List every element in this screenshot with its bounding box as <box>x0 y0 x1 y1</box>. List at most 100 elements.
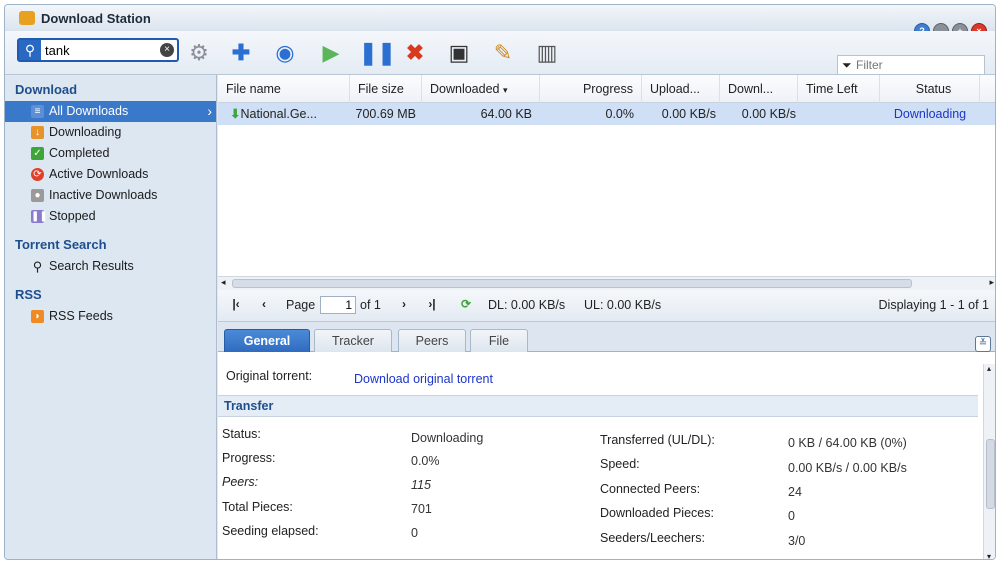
column-downloaded[interactable]: Downloaded ▾ <box>422 75 540 103</box>
row-progress: 0.0% <box>605 107 635 121</box>
search-icon[interactable]: ⚲ <box>19 40 41 60</box>
transfer-section-header: Transfer <box>218 395 978 417</box>
check-icon: ✓ <box>31 147 44 160</box>
download-original-torrent-link[interactable]: Download original torrent <box>354 372 493 386</box>
row-file-name: ⬇National.Ge... <box>230 107 317 121</box>
previous-page-icon[interactable]: ‹ <box>256 297 272 313</box>
sidebar-item-active-downloads[interactable]: ⟳ Active Downloads <box>5 164 216 185</box>
active-icon: ⟳ <box>31 168 44 181</box>
table-row[interactable]: ⬇National.Ge... 700.69 MB 64.00 KB 0.0% … <box>218 103 995 125</box>
seeding-elapsed-label: Seeding elapsed: <box>222 524 319 538</box>
download-arrow-icon: ⬇ <box>230 107 241 121</box>
column-file-name[interactable]: File name <box>218 75 350 103</box>
filter-box: ⏷ <box>837 55 985 75</box>
sidebar-item-stopped[interactable]: ❚❚ Stopped <box>5 206 216 227</box>
sidebar-item-label: RSS Feeds <box>49 309 113 323</box>
sidebar-item-rss-feeds[interactable]: ◗ RSS Feeds <box>5 306 216 327</box>
scroll-down-icon[interactable]: ▾ <box>987 552 991 559</box>
tab-tracker[interactable]: Tracker <box>314 329 392 352</box>
column-upload[interactable]: Upload... <box>642 75 720 103</box>
connected-peers-label: Connected Peers: <box>600 482 701 496</box>
collapse-icon[interactable]: ≚ <box>975 336 991 352</box>
clear-completed-icon[interactable]: ▥ <box>533 39 561 67</box>
progress-value: 0.0% <box>411 454 440 468</box>
seeding-elapsed-value: 0 <box>411 526 418 540</box>
page-number-input[interactable] <box>320 296 356 314</box>
refresh-icon[interactable]: ⟳ <box>458 297 474 313</box>
row-download-speed: 0.00 KB/s <box>741 107 796 121</box>
seeders-leechers-value: 3/0 <box>788 534 806 548</box>
sidebar-item-label: Inactive Downloads <box>49 188 158 202</box>
column-time-left[interactable]: Time Left <box>798 75 880 103</box>
filter-input[interactable] <box>856 58 976 72</box>
vertical-scrollbar[interactable]: ▴ ▾ <box>983 364 995 559</box>
downloads-grid: File name File size Downloaded ▾ Progres… <box>218 75 995 290</box>
column-label: Downloaded <box>430 82 500 96</box>
last-page-icon[interactable]: ›| <box>424 297 440 313</box>
window-title: Download Station <box>41 11 151 26</box>
sidebar-header-torrent-search: Torrent Search <box>15 237 107 252</box>
total-pieces-value: 701 <box>411 502 432 516</box>
scrollbar-thumb[interactable] <box>232 279 912 288</box>
delete-icon[interactable]: ✖ <box>401 39 429 67</box>
general-panel: Original torrent: Download original torr… <box>218 352 995 559</box>
dl-speed-label: DL: 0.00 KB/s <box>488 298 566 312</box>
scroll-up-icon[interactable]: ▴ <box>987 364 991 373</box>
pagination-bar: |‹ ‹ Page of 1 › ›| ⟳ DL: 0.00 KB/s UL: … <box>218 290 995 322</box>
speed-label: Speed: <box>600 457 640 471</box>
pause-icon[interactable]: ❚❚ <box>359 39 396 67</box>
downloaded-pieces-label: Downloaded Pieces: <box>600 506 714 520</box>
tab-file[interactable]: File <box>470 329 528 352</box>
row-upload-speed: 0.00 KB/s <box>661 107 716 121</box>
next-page-icon[interactable]: › <box>396 297 412 313</box>
sidebar-item-label: Stopped <box>49 209 96 223</box>
column-download[interactable]: Downl... <box>720 75 798 103</box>
first-page-icon[interactable]: |‹ <box>228 297 244 313</box>
downloading-icon: ↓ <box>31 126 44 139</box>
scroll-right-icon[interactable]: ▸ <box>989 277 994 288</box>
row-status: Downloading <box>893 107 967 121</box>
row-time-left <box>804 103 880 125</box>
sidebar-header-rss: RSS <box>15 287 42 302</box>
transferred-label: Transferred (UL/DL): <box>600 433 715 447</box>
tab-general[interactable]: General <box>224 329 310 352</box>
resume-icon[interactable]: ▶ <box>317 39 345 67</box>
clear-search-icon[interactable]: × <box>160 43 174 57</box>
status-value: Downloading <box>411 431 484 445</box>
ul-speed-label: UL: 0.00 KB/s <box>584 298 662 312</box>
scrollbar-thumb[interactable] <box>986 439 995 509</box>
tab-peers[interactable]: Peers <box>398 329 466 352</box>
sidebar-item-inactive-downloads[interactable]: ● Inactive Downloads <box>5 185 216 206</box>
original-torrent-label: Original torrent: <box>226 369 313 383</box>
add-icon[interactable]: ✚ <box>227 39 255 67</box>
page-count-label: of 1 <box>360 298 381 312</box>
row-file-size: 700.69 MB <box>355 107 416 121</box>
search-box: ⚲ × <box>17 38 179 62</box>
sidebar-item-downloading[interactable]: ↓ Downloading <box>5 122 216 143</box>
save-icon[interactable]: ▣ <box>445 39 473 67</box>
edit-icon[interactable]: ✎ <box>489 39 517 67</box>
sidebar-item-search-results[interactable]: ⚲ Search Results <box>5 256 216 277</box>
progress-label: Progress: <box>222 451 276 465</box>
add-url-icon[interactable]: ◉ <box>271 39 299 67</box>
download-station-icon <box>19 11 35 25</box>
search-input[interactable] <box>45 42 153 58</box>
sidebar: Download ≡ All Downloads › ↓ Downloading… <box>5 75 217 559</box>
peers-label: Peers: <box>222 475 259 489</box>
column-status[interactable]: Status <box>880 75 980 103</box>
row-downloaded: 64.00 KB <box>480 107 532 121</box>
transferred-value: 0 KB / 64.00 KB (0%) <box>788 436 907 450</box>
toolbar: ⚲ × ⚙ ✚ ◉ ▶ ❚❚ ✖ ▣ ✎ ▥ ⏷ <box>5 31 995 75</box>
filter-icon: ⏷ <box>842 58 852 72</box>
settings-gear-icon[interactable]: ⚙ <box>185 39 213 67</box>
column-file-size[interactable]: File size <box>350 75 422 103</box>
sidebar-item-all-downloads[interactable]: ≡ All Downloads › <box>5 101 216 122</box>
sidebar-item-completed[interactable]: ✓ Completed <box>5 143 216 164</box>
horizontal-scrollbar[interactable]: ◂ ▸ <box>218 276 995 290</box>
column-progress[interactable]: Progress <box>540 75 642 103</box>
connected-peers-value: 24 <box>788 485 802 499</box>
status-label: Status: <box>222 427 261 441</box>
magnifier-icon: ⚲ <box>32 259 43 274</box>
scroll-left-icon[interactable]: ◂ <box>221 277 226 288</box>
grid-header: File name File size Downloaded ▾ Progres… <box>218 75 995 103</box>
